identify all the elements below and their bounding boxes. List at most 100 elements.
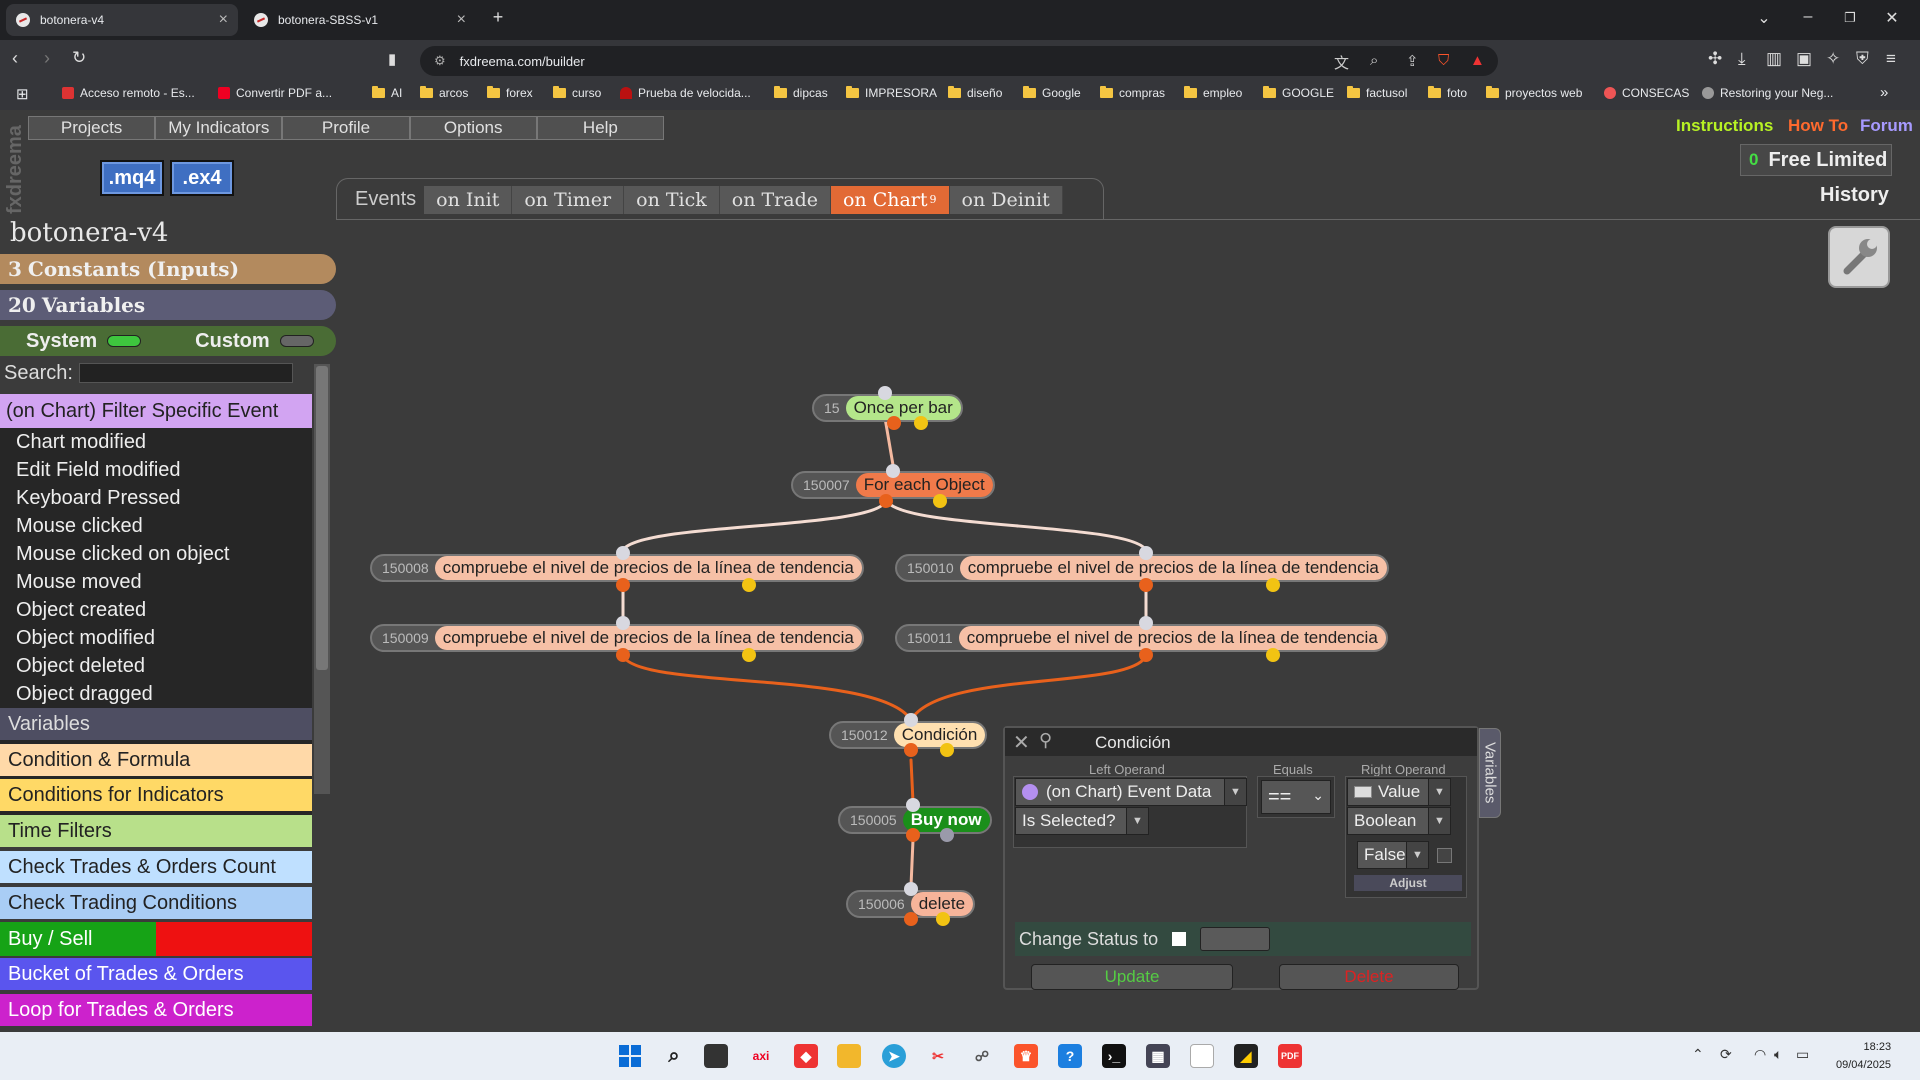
input-connector[interactable] [616,616,630,630]
new-tab-button[interactable]: + [486,7,510,28]
category-header[interactable]: (on Chart) Filter Specific Event [0,394,312,428]
bookmark-item[interactable]: Acceso remoto - Es... [62,86,195,100]
search-input[interactable] [78,363,293,383]
block-item[interactable]: Chart modified [0,428,312,456]
history-link[interactable]: History [1820,184,1889,207]
sidebar-scrollbar[interactable] [314,364,330,794]
terminal-icon[interactable]: ›_ [1102,1044,1126,1068]
download-icon[interactable]: ⤓ [1738,49,1746,69]
tab-on-chart[interactable]: on Chart 9 [830,185,950,214]
input-connector[interactable] [878,386,892,400]
output-connector[interactable] [906,828,920,842]
battery-icon[interactable]: ▭ [1796,1046,1809,1063]
bookmark-icon[interactable]: ▮ [388,50,396,68]
forum-link[interactable]: Forum [1860,116,1913,136]
right-value-checkbox[interactable] [1437,848,1452,863]
delete-button[interactable]: Delete [1279,964,1459,990]
search-icon[interactable]: ⌕ [662,1044,686,1068]
output-connector-alt[interactable] [914,416,928,430]
howto-link[interactable]: How To [1788,116,1848,136]
adjust-button[interactable]: Adjust [1353,874,1463,892]
category-check-trading-conditions[interactable]: Check Trading Conditions [0,887,312,919]
bookmark-folder[interactable]: AI [372,86,402,100]
change-status-checkbox[interactable] [1172,932,1187,946]
tab-on-tick[interactable]: on Tick [624,185,720,214]
snipping-tool-icon[interactable]: ✂ [926,1044,950,1068]
brave-shield-icon[interactable]: ⛉ [1438,52,1449,69]
output-connector[interactable] [616,578,630,592]
constants-bar[interactable]: 3 Constants (Inputs) [0,254,336,284]
dialog-titlebar[interactable]: ✕ ⚲ Condición [1005,728,1477,756]
tab-on-init[interactable]: on Init [424,185,513,214]
category-check-trades-count[interactable]: Check Trades & Orders Count [0,851,312,883]
output-connector[interactable] [904,912,918,926]
mq4-button[interactable]: .mq4 [100,160,164,196]
input-connector[interactable] [904,713,918,727]
block-check-trendline-price[interactable]: 150008 compruebe el nivel de precios de l… [370,554,864,582]
menu-options[interactable]: Options [409,116,537,140]
bookmark-folder[interactable]: Google [1023,86,1081,100]
output-connector-alt[interactable] [1266,578,1280,592]
minimize-icon[interactable]: – [1796,8,1820,26]
wallet-icon[interactable]: ▣ [1796,49,1812,69]
output-connector[interactable] [887,416,901,430]
tab-on-timer[interactable]: on Timer [512,185,625,214]
forward-icon[interactable]: › [44,48,50,69]
pdf-app-icon[interactable]: PDF [1278,1044,1302,1068]
tray-chevron-icon[interactable]: ⌃ [1692,1046,1704,1063]
wifi-icon[interactable]: ◠ [1754,1046,1766,1063]
menu-profile[interactable]: Profile [282,116,410,140]
output-connector-alt[interactable] [742,648,756,662]
right-value-select[interactable]: False ▼ [1357,841,1429,869]
zoom-icon[interactable]: ⌕ [1370,52,1378,69]
brave-browser-icon[interactable]: ♛ [1014,1044,1038,1068]
axi-app-icon[interactable]: axi [749,1044,773,1068]
output-connector[interactable] [616,648,630,662]
ex4-button[interactable]: .ex4 [170,160,234,196]
variables-side-tab[interactable]: Variables [1479,728,1501,818]
menu-icon[interactable]: ≡ [1886,49,1896,69]
restore-icon[interactable]: ❐ [1838,10,1862,26]
block-item[interactable]: Object deleted [0,652,312,680]
right-kind-select[interactable]: Boolean ▼ [1347,807,1451,835]
input-connector[interactable] [1139,546,1153,560]
brave-rewards-icon[interactable]: ▲ [1470,52,1485,69]
browser-tab[interactable]: botonera-SBSS-v1 × [244,4,476,36]
bookmark-folder[interactable]: arcos [420,86,468,100]
bookmark-folder[interactable]: foto [1428,86,1467,100]
block-item[interactable]: Mouse clicked on object [0,540,312,568]
share-icon[interactable]: ⇪ [1406,52,1419,70]
output-connector-alt[interactable] [742,578,756,592]
sidebar-icon[interactable]: ▥ [1766,49,1782,69]
tab-on-deinit[interactable]: on Deinit [949,185,1063,214]
tab-list-chevron-icon[interactable]: ⌄ [1752,8,1776,28]
block-item[interactable]: Object modified [0,624,312,652]
input-connector[interactable] [904,882,918,896]
tab-close-icon[interactable]: × [457,11,466,29]
block-item[interactable]: Object created [0,596,312,624]
task-view-icon[interactable] [704,1044,728,1068]
update-button[interactable]: Update [1031,964,1233,990]
plan-badge[interactable]: 0 Free Limited [1740,144,1892,176]
block-item[interactable]: Keyboard Pressed [0,484,312,512]
reload-icon[interactable]: ↻ [72,48,86,68]
more-bookmarks-icon[interactable]: » [1880,84,1888,101]
bookmark-folder[interactable]: proyectos web [1486,86,1582,100]
quickassist-icon[interactable]: ? [1058,1044,1082,1068]
bookmark-item[interactable]: CONSECAS [1604,86,1689,100]
bookmark-folder[interactable]: factusol [1347,86,1407,100]
close-window-icon[interactable]: ✕ [1880,8,1904,28]
system-toggle[interactable] [107,335,142,347]
input-connector[interactable] [1139,616,1153,630]
sticky-notes-icon[interactable]: ◢ [1234,1044,1258,1068]
operator-select[interactable]: == ⌄ [1261,780,1331,814]
scrollbar-thumb[interactable] [316,366,328,670]
output-connector[interactable] [879,494,893,508]
output-connector[interactable] [1139,648,1153,662]
tools-button[interactable] [1828,226,1890,288]
input-connector[interactable] [906,798,920,812]
block-item[interactable]: Object dragged [0,680,312,708]
notepad-icon[interactable] [1190,1044,1214,1068]
output-connector[interactable] [904,743,918,757]
menu-projects[interactable]: Projects [28,116,156,140]
